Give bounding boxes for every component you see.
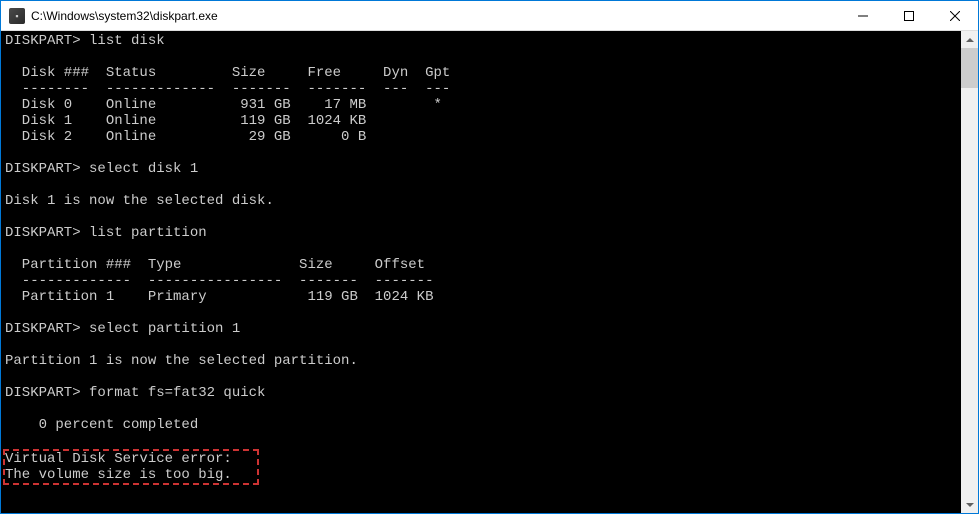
terminal-line: DISKPART> select disk 1 (5, 161, 198, 177)
terminal-line: ------------- ---------------- ------- -… (5, 273, 433, 289)
minimize-icon (858, 11, 868, 21)
maximize-icon (904, 11, 914, 21)
terminal-line: Disk 1 Online 119 GB 1024 KB (5, 113, 366, 129)
close-button[interactable] (932, 1, 978, 30)
window-controls (840, 1, 978, 30)
terminal-line: DISKPART> list disk (5, 33, 165, 49)
terminal-line: DISKPART> select partition 1 (5, 321, 240, 337)
diskpart-window: ▪ C:\Windows\system32\diskpart.exe DISKP… (0, 0, 979, 514)
titlebar[interactable]: ▪ C:\Windows\system32\diskpart.exe (1, 1, 978, 31)
close-icon (950, 11, 960, 21)
scrollbar-thumb[interactable] (961, 48, 978, 88)
scrollbar-up-button[interactable] (961, 31, 978, 48)
terminal-container: DISKPART> list disk Disk ### Status Size… (1, 31, 978, 513)
window-title: C:\Windows\system32\diskpart.exe (31, 9, 840, 23)
maximize-button[interactable] (886, 1, 932, 30)
error-line: The volume size is too big. (5, 467, 257, 483)
error-line: Virtual Disk Service error: (5, 451, 257, 467)
terminal-line: Partition 1 is now the selected partitio… (5, 353, 358, 369)
terminal-line: DISKPART> format fs=fat32 quick (5, 385, 265, 401)
terminal-line: DISKPART> list partition (5, 225, 207, 241)
chevron-down-icon (966, 503, 974, 507)
terminal-line: 0 percent completed (5, 417, 198, 433)
error-highlight: Virtual Disk Service error: The volume s… (3, 449, 259, 485)
terminal-line: Disk 0 Online 931 GB 17 MB * (5, 97, 442, 113)
terminal-line: Disk 1 is now the selected disk. (5, 193, 274, 209)
terminal-line: Disk 2 Online 29 GB 0 B (5, 129, 366, 145)
scrollbar-down-button[interactable] (961, 496, 978, 513)
app-icon: ▪ (9, 8, 25, 24)
terminal-output[interactable]: DISKPART> list disk Disk ### Status Size… (1, 31, 961, 513)
terminal-line: Partition 1 Primary 119 GB 1024 KB (5, 289, 433, 305)
terminal-line: Disk ### Status Size Free Dyn Gpt (5, 65, 450, 81)
terminal-line: Partition ### Type Size Offset (5, 257, 425, 273)
chevron-up-icon (966, 38, 974, 42)
minimize-button[interactable] (840, 1, 886, 30)
terminal-line: -------- ------------- ------- ------- -… (5, 81, 450, 97)
vertical-scrollbar[interactable] (961, 31, 978, 513)
scrollbar-track[interactable] (961, 48, 978, 496)
